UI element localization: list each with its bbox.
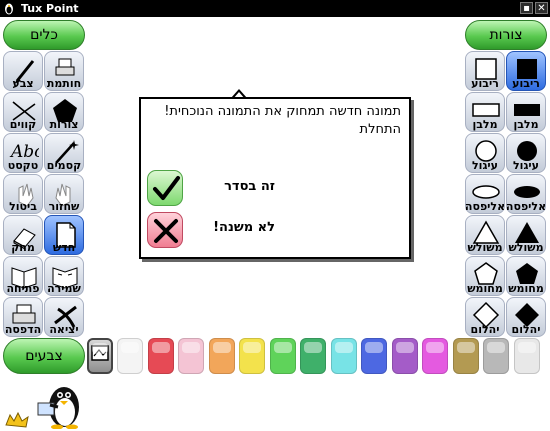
color-swatch[interactable]: [422, 338, 448, 374]
tool-button-6[interactable]: ביטול: [3, 174, 43, 214]
tool-label: צבע: [12, 77, 34, 90]
minimize-button[interactable]: ▪: [520, 2, 533, 14]
tool-button-4[interactable]: Abcטקסט: [3, 133, 43, 173]
shapes-header: צורות: [465, 20, 547, 50]
shape-button-10[interactable]: מחומש: [465, 256, 505, 296]
color-swatch[interactable]: [452, 338, 479, 374]
tool-label: טקסט: [7, 159, 39, 172]
shape-button-1[interactable]: ריבוע: [506, 51, 546, 91]
color-swatch[interactable]: [483, 338, 509, 374]
tool-button-0[interactable]: צבע: [3, 51, 43, 91]
close-button[interactable]: ✕: [535, 2, 548, 14]
ok-label: זה בסדר: [224, 179, 275, 194]
shape-button-5[interactable]: עיגול: [506, 133, 546, 173]
shape-label: ריבוע: [471, 77, 499, 90]
shape-label: מלבן: [472, 118, 498, 131]
shape-label: מחומש: [467, 282, 503, 295]
tool-label: חותמת: [46, 77, 82, 90]
tool-label: צורות: [49, 118, 79, 131]
shape-button-9[interactable]: משולש: [506, 215, 546, 255]
ok-button[interactable]: [147, 170, 183, 206]
shape-button-7[interactable]: אליפסה: [506, 174, 546, 214]
picker-glyph-icon: [91, 345, 109, 361]
tool-button-2[interactable]: קווים: [3, 92, 43, 132]
tool-label: מחק: [11, 241, 35, 254]
color-swatch[interactable]: [178, 338, 204, 374]
dialog-message: תמונה חדשה תמחוק את התמונה הנוכחית! התחל…: [164, 104, 401, 137]
shape-label: מחומש: [508, 282, 544, 295]
shape-button-13[interactable]: יהלום: [506, 297, 546, 337]
tool-button-9[interactable]: חדש: [44, 215, 84, 255]
shape-label: יהלום: [470, 323, 500, 336]
color-swatch[interactable]: [147, 338, 174, 374]
shape-label: מלבן: [513, 118, 539, 131]
shape-label: אליפסה: [505, 200, 547, 213]
tool-label: חדש: [52, 241, 76, 254]
shape-button-3[interactable]: מלבן: [506, 92, 546, 132]
tool-label: שחזור: [48, 200, 80, 213]
color-swatch[interactable]: [269, 338, 296, 374]
tool-button-10[interactable]: פתיחה: [3, 256, 43, 296]
title-bar: Tux Point ▪ ✕: [0, 0, 550, 17]
shape-button-12[interactable]: יהלום: [465, 297, 505, 337]
tool-button-13[interactable]: יציאה: [44, 297, 84, 337]
color-swatch[interactable]: [361, 338, 387, 374]
tool-button-12[interactable]: הדפסה: [3, 297, 43, 337]
shape-label: אליפסה: [464, 200, 506, 213]
shape-button-11[interactable]: מחומש: [506, 256, 546, 296]
cancel-label: לא משנה!: [213, 220, 275, 235]
tool-label: הדפסה: [4, 323, 42, 336]
shape-button-8[interactable]: משולש: [465, 215, 505, 255]
color-swatch[interactable]: [117, 338, 143, 374]
color-swatch[interactable]: [391, 338, 418, 374]
tools-header: כלים: [3, 20, 85, 50]
tool-label: שמירה: [47, 282, 81, 295]
shape-button-0[interactable]: ריבוע: [465, 51, 505, 91]
shape-label: ריבוע: [512, 77, 540, 90]
shape-label: עיגול: [472, 159, 498, 172]
color-swatch[interactable]: [239, 338, 265, 374]
tool-button-8[interactable]: מחק: [3, 215, 43, 255]
cancel-button[interactable]: [147, 212, 183, 248]
new-image-dialog: תמונה חדשה תמחוק את התמונה הנוכחית! התחל…: [139, 97, 411, 259]
shape-button-4[interactable]: עיגול: [465, 133, 505, 173]
shape-label: עיגול: [513, 159, 539, 172]
tool-label: יציאה: [49, 323, 79, 336]
tux-penguin-icon: [5, 387, 79, 429]
app-icon: [5, 3, 13, 14]
shape-button-2[interactable]: מלבן: [465, 92, 505, 132]
tool-label: ביטול: [9, 200, 37, 213]
shape-label: יהלום: [511, 323, 541, 336]
shape-button-6[interactable]: אליפסה: [465, 174, 505, 214]
shape-label: משולש: [467, 241, 503, 254]
checkmark-icon: [153, 176, 180, 200]
tool-button-5[interactable]: קסמים: [44, 133, 84, 173]
color-swatch[interactable]: [330, 338, 357, 374]
colors-button[interactable]: צבעים: [3, 338, 85, 374]
tool-button-11[interactable]: שמירה: [44, 256, 84, 296]
tool-button-1[interactable]: חותמת: [44, 51, 84, 91]
tool-label: קווים: [9, 118, 37, 131]
color-swatch[interactable]: [513, 338, 540, 374]
color-swatch[interactable]: [300, 338, 326, 374]
window-title: Tux Point: [21, 2, 79, 15]
color-picker-icon[interactable]: [87, 338, 113, 374]
tool-button-3[interactable]: צורות: [44, 92, 84, 132]
tool-label: פתיחה: [6, 282, 40, 295]
x-icon: [154, 219, 178, 243]
tool-button-7[interactable]: שחזור: [44, 174, 84, 214]
tool-label: קסמים: [46, 159, 82, 172]
color-swatch[interactable]: [208, 338, 235, 374]
shape-label: משולש: [508, 241, 544, 254]
